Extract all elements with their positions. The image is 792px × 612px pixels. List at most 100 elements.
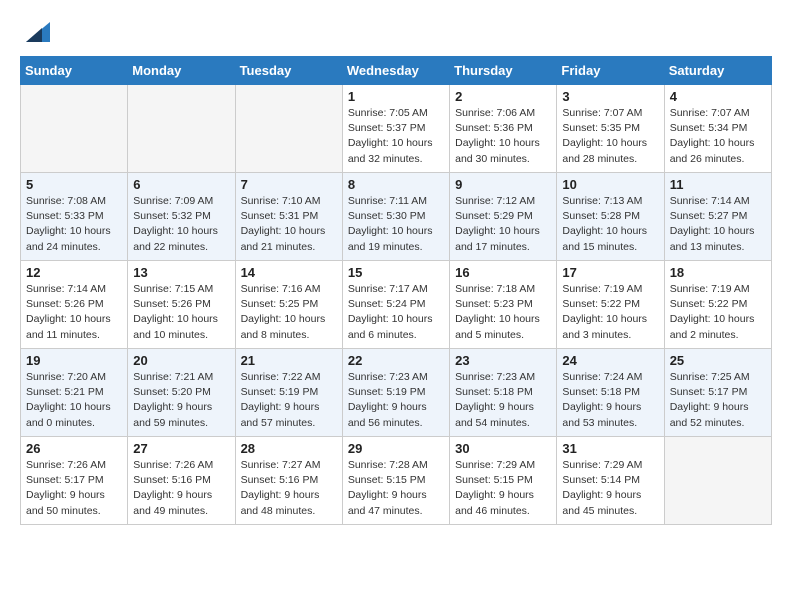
day-cell-26: 26 Sunrise: 7:26 AM Sunset: 5:17 PM Dayli… — [21, 437, 128, 525]
day-info: Sunrise: 7:19 AM Sunset: 5:22 PM Dayligh… — [670, 282, 766, 343]
day-number: 6 — [133, 177, 229, 192]
day-cell-3: 3 Sunrise: 7:07 AM Sunset: 5:35 PM Daylig… — [557, 85, 664, 173]
day-cell-23: 23 Sunrise: 7:23 AM Sunset: 5:18 PM Dayli… — [450, 349, 557, 437]
day-cell-2: 2 Sunrise: 7:06 AM Sunset: 5:36 PM Daylig… — [450, 85, 557, 173]
day-info: Sunrise: 7:21 AM Sunset: 5:20 PM Dayligh… — [133, 370, 229, 431]
day-info: Sunrise: 7:29 AM Sunset: 5:14 PM Dayligh… — [562, 458, 658, 519]
day-cell-7: 7 Sunrise: 7:10 AM Sunset: 5:31 PM Daylig… — [235, 173, 342, 261]
day-cell-18: 18 Sunrise: 7:19 AM Sunset: 5:22 PM Dayli… — [664, 261, 771, 349]
day-info: Sunrise: 7:15 AM Sunset: 5:26 PM Dayligh… — [133, 282, 229, 343]
day-number: 15 — [348, 265, 444, 280]
col-header-friday: Friday — [557, 57, 664, 85]
day-number: 20 — [133, 353, 229, 368]
day-info: Sunrise: 7:27 AM Sunset: 5:16 PM Dayligh… — [241, 458, 337, 519]
day-number: 25 — [670, 353, 766, 368]
day-number: 16 — [455, 265, 551, 280]
day-number: 1 — [348, 89, 444, 104]
day-cell-29: 29Sunrise: 7:28 AM Sunset: 5:15 PM Dayli… — [342, 437, 449, 525]
day-info: Sunrise: 7:25 AM Sunset: 5:17 PM Dayligh… — [670, 370, 766, 431]
col-header-sunday: Sunday — [21, 57, 128, 85]
day-cell-6: 6 Sunrise: 7:09 AM Sunset: 5:32 PM Daylig… — [128, 173, 235, 261]
col-header-tuesday: Tuesday — [235, 57, 342, 85]
day-info: Sunrise: 7:07 AM Sunset: 5:34 PM Dayligh… — [670, 106, 766, 167]
day-number: 2 — [455, 89, 551, 104]
day-cell-19: 19 Sunrise: 7:20 AM Sunset: 5:21 PM Dayli… — [21, 349, 128, 437]
day-cell-21: 21 Sunrise: 7:22 AM Sunset: 5:19 PM Dayli… — [235, 349, 342, 437]
empty-cell — [128, 85, 235, 173]
col-header-monday: Monday — [128, 57, 235, 85]
day-cell-25: 25 Sunrise: 7:25 AM Sunset: 5:17 PM Dayli… — [664, 349, 771, 437]
day-number: 10 — [562, 177, 658, 192]
day-cell-20: 20 Sunrise: 7:21 AM Sunset: 5:20 PM Dayli… — [128, 349, 235, 437]
col-header-saturday: Saturday — [664, 57, 771, 85]
day-info: Sunrise: 7:11 AM Sunset: 5:30 PM Dayligh… — [348, 194, 444, 255]
logo — [20, 16, 50, 46]
day-info: Sunrise: 7:07 AM Sunset: 5:35 PM Dayligh… — [562, 106, 658, 167]
day-number: 27 — [133, 441, 229, 456]
day-number: 12 — [26, 265, 122, 280]
day-info: Sunrise: 7:26 AM Sunset: 5:16 PM Dayligh… — [133, 458, 229, 519]
day-number: 26 — [26, 441, 122, 456]
day-number: 17 — [562, 265, 658, 280]
day-number: 24 — [562, 353, 658, 368]
day-cell-31: 31 Sunrise: 7:29 AM Sunset: 5:14 PM Dayli… — [557, 437, 664, 525]
day-number: 11 — [670, 177, 766, 192]
day-cell-11: 11 Sunrise: 7:14 AM Sunset: 5:27 PM Dayli… — [664, 173, 771, 261]
day-number: 19 — [26, 353, 122, 368]
day-number: 30 — [455, 441, 551, 456]
day-info: Sunrise: 7:13 AM Sunset: 5:28 PM Dayligh… — [562, 194, 658, 255]
day-cell-22: 22 Sunrise: 7:23 AM Sunset: 5:19 PM Dayli… — [342, 349, 449, 437]
day-cell-27: 27 Sunrise: 7:26 AM Sunset: 5:16 PM Dayli… — [128, 437, 235, 525]
day-info: Sunrise: 7:23 AM Sunset: 5:18 PM Dayligh… — [455, 370, 551, 431]
day-number: 4 — [670, 89, 766, 104]
header — [20, 16, 772, 46]
day-number: 7 — [241, 177, 337, 192]
day-number: 31 — [562, 441, 658, 456]
day-number: 14 — [241, 265, 337, 280]
day-number: 21 — [241, 353, 337, 368]
week-row-1: 1 Sunrise: 7:05 AM Sunset: 5:37 PM Daylig… — [21, 85, 772, 173]
day-info: Sunrise: 7:08 AM Sunset: 5:33 PM Dayligh… — [26, 194, 122, 255]
day-number: 5 — [26, 177, 122, 192]
calendar-table: SundayMondayTuesdayWednesdayThursdayFrid… — [20, 56, 772, 525]
day-number: 8 — [348, 177, 444, 192]
day-cell-30: 30 Sunrise: 7:29 AM Sunset: 5:15 PM Dayli… — [450, 437, 557, 525]
day-info: Sunrise: 7:22 AM Sunset: 5:19 PM Dayligh… — [241, 370, 337, 431]
day-cell-12: 12 Sunrise: 7:14 AM Sunset: 5:26 PM Dayli… — [21, 261, 128, 349]
day-info: Sunrise: 7:20 AM Sunset: 5:21 PM Dayligh… — [26, 370, 122, 431]
day-cell-5: 5 Sunrise: 7:08 AM Sunset: 5:33 PM Daylig… — [21, 173, 128, 261]
day-info: Sunrise: 7:19 AM Sunset: 5:22 PM Dayligh… — [562, 282, 658, 343]
day-cell-17: 17 Sunrise: 7:19 AM Sunset: 5:22 PM Dayli… — [557, 261, 664, 349]
empty-cell — [235, 85, 342, 173]
day-info: Sunrise: 7:14 AM Sunset: 5:27 PM Dayligh… — [670, 194, 766, 255]
col-header-thursday: Thursday — [450, 57, 557, 85]
week-row-5: 26 Sunrise: 7:26 AM Sunset: 5:17 PM Dayli… — [21, 437, 772, 525]
week-row-4: 19 Sunrise: 7:20 AM Sunset: 5:21 PM Dayli… — [21, 349, 772, 437]
day-cell-15: 15 Sunrise: 7:17 AM Sunset: 5:24 PM Dayli… — [342, 261, 449, 349]
day-number: 18 — [670, 265, 766, 280]
day-info: Sunrise: 7:09 AM Sunset: 5:32 PM Dayligh… — [133, 194, 229, 255]
day-number: 22 — [348, 353, 444, 368]
day-info: Sunrise: 7:10 AM Sunset: 5:31 PM Dayligh… — [241, 194, 337, 255]
day-number: 13 — [133, 265, 229, 280]
day-info: Sunrise: 7:23 AM Sunset: 5:19 PM Dayligh… — [348, 370, 444, 431]
day-info: Sunrise: 7:26 AM Sunset: 5:17 PM Dayligh… — [26, 458, 122, 519]
day-number: 29 — [348, 441, 444, 456]
day-cell-13: 13 Sunrise: 7:15 AM Sunset: 5:26 PM Dayli… — [128, 261, 235, 349]
empty-cell — [21, 85, 128, 173]
day-info: Sunrise: 7:12 AM Sunset: 5:29 PM Dayligh… — [455, 194, 551, 255]
day-number: 28 — [241, 441, 337, 456]
day-cell-28: 28 Sunrise: 7:27 AM Sunset: 5:16 PM Dayli… — [235, 437, 342, 525]
day-info: Sunrise: 7:18 AM Sunset: 5:23 PM Dayligh… — [455, 282, 551, 343]
day-info: Sunrise: 7:29 AM Sunset: 5:15 PM Dayligh… — [455, 458, 551, 519]
week-row-2: 5 Sunrise: 7:08 AM Sunset: 5:33 PM Daylig… — [21, 173, 772, 261]
day-info: Sunrise: 7:17 AM Sunset: 5:24 PM Dayligh… — [348, 282, 444, 343]
day-info: Sunrise: 7:06 AM Sunset: 5:36 PM Dayligh… — [455, 106, 551, 167]
day-info: Sunrise: 7:05 AM Sunset: 5:37 PM Dayligh… — [348, 106, 444, 167]
day-number: 23 — [455, 353, 551, 368]
day-number: 3 — [562, 89, 658, 104]
logo-icon — [22, 18, 50, 46]
day-info: Sunrise: 7:14 AM Sunset: 5:26 PM Dayligh… — [26, 282, 122, 343]
calendar-page: SundayMondayTuesdayWednesdayThursdayFrid… — [0, 0, 792, 541]
day-cell-16: 16 Sunrise: 7:18 AM Sunset: 5:23 PM Dayli… — [450, 261, 557, 349]
